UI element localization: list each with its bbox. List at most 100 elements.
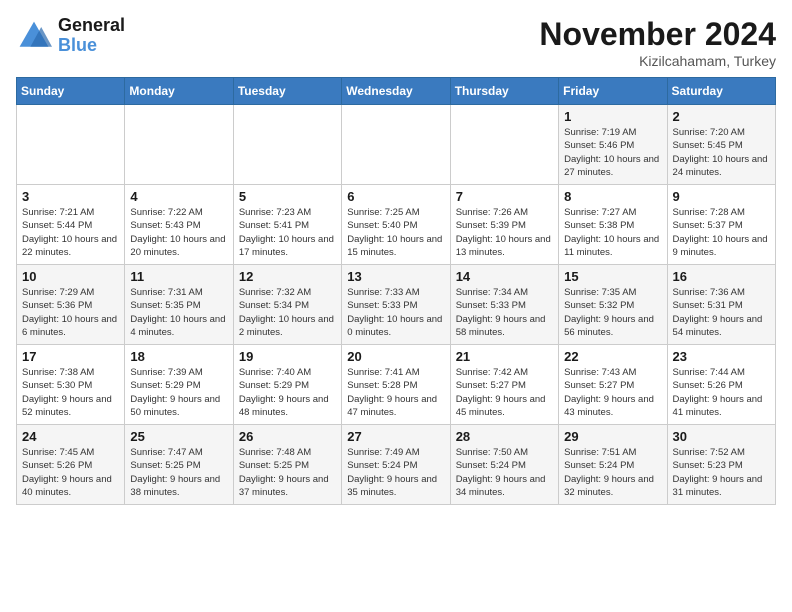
logo-icon	[16, 18, 52, 54]
day-number: 12	[239, 269, 336, 284]
col-header-friday: Friday	[559, 78, 667, 105]
day-number: 7	[456, 189, 553, 204]
day-number: 24	[22, 429, 119, 444]
day-info: Sunrise: 7:49 AM Sunset: 5:24 PM Dayligh…	[347, 446, 444, 499]
col-header-sunday: Sunday	[17, 78, 125, 105]
day-number: 30	[673, 429, 770, 444]
day-info: Sunrise: 7:31 AM Sunset: 5:35 PM Dayligh…	[130, 286, 227, 339]
calendar-cell: 8Sunrise: 7:27 AM Sunset: 5:38 PM Daylig…	[559, 185, 667, 265]
day-info: Sunrise: 7:52 AM Sunset: 5:23 PM Dayligh…	[673, 446, 770, 499]
calendar-cell: 30 Sunrise: 7:52 AM Sunset: 5:23 PM Dayli…	[667, 425, 775, 505]
day-number: 22	[564, 349, 661, 364]
day-number: 19	[239, 349, 336, 364]
day-number: 27	[347, 429, 444, 444]
calendar-cell: 27 Sunrise: 7:49 AM Sunset: 5:24 PM Dayli…	[342, 425, 450, 505]
day-info: Sunrise: 7:51 AM Sunset: 5:24 PM Dayligh…	[564, 446, 661, 499]
day-number: 18	[130, 349, 227, 364]
day-info: Sunrise: 7:21 AM Sunset: 5:44 PM Dayligh…	[22, 206, 119, 259]
calendar-cell: 5 Sunrise: 7:23 AM Sunset: 5:41 PM Daylig…	[233, 185, 341, 265]
day-number: 2	[673, 109, 770, 124]
page-header: GeneralBlue November 2024 Kizilcahamam, …	[16, 16, 776, 69]
day-number: 28	[456, 429, 553, 444]
calendar-cell: 28 Sunrise: 7:50 AM Sunset: 5:24 PM Dayli…	[450, 425, 558, 505]
day-number: 13	[347, 269, 444, 284]
calendar-cell: 25 Sunrise: 7:47 AM Sunset: 5:25 PM Dayli…	[125, 425, 233, 505]
col-header-tuesday: Tuesday	[233, 78, 341, 105]
col-header-saturday: Saturday	[667, 78, 775, 105]
col-header-wednesday: Wednesday	[342, 78, 450, 105]
calendar-cell: 26 Sunrise: 7:48 AM Sunset: 5:25 PM Dayli…	[233, 425, 341, 505]
calendar-cell: 14 Sunrise: 7:34 AM Sunset: 5:33 PM Dayli…	[450, 265, 558, 345]
col-header-monday: Monday	[125, 78, 233, 105]
calendar-cell: 9 Sunrise: 7:28 AM Sunset: 5:37 PM Daylig…	[667, 185, 775, 265]
calendar-cell: 20 Sunrise: 7:41 AM Sunset: 5:28 PM Dayli…	[342, 345, 450, 425]
calendar-cell	[125, 105, 233, 185]
calendar-table: SundayMondayTuesdayWednesdayThursdayFrid…	[16, 77, 776, 505]
day-info: Sunrise: 7:47 AM Sunset: 5:25 PM Dayligh…	[130, 446, 227, 499]
day-number: 9	[673, 189, 770, 204]
day-info: Sunrise: 7:28 AM Sunset: 5:37 PM Dayligh…	[673, 206, 770, 259]
day-number: 3	[22, 189, 119, 204]
day-number: 6	[347, 189, 444, 204]
day-info: Sunrise: 7:43 AM Sunset: 5:27 PM Dayligh…	[564, 366, 661, 419]
day-number: 8	[564, 189, 661, 204]
day-info: Sunrise: 7:39 AM Sunset: 5:29 PM Dayligh…	[130, 366, 227, 419]
day-info: Sunrise: 7:29 AM Sunset: 5:36 PM Dayligh…	[22, 286, 119, 339]
day-info: Sunrise: 7:38 AM Sunset: 5:30 PM Dayligh…	[22, 366, 119, 419]
calendar-cell: 12Sunrise: 7:32 AM Sunset: 5:34 PM Dayli…	[233, 265, 341, 345]
calendar-cell: 17 Sunrise: 7:38 AM Sunset: 5:30 PM Dayli…	[17, 345, 125, 425]
day-number: 25	[130, 429, 227, 444]
logo: GeneralBlue	[16, 16, 125, 56]
col-header-thursday: Thursday	[450, 78, 558, 105]
day-number: 16	[673, 269, 770, 284]
day-number: 1	[564, 109, 661, 124]
day-info: Sunrise: 7:25 AM Sunset: 5:40 PM Dayligh…	[347, 206, 444, 259]
calendar-cell: 21 Sunrise: 7:42 AM Sunset: 5:27 PM Dayli…	[450, 345, 558, 425]
day-info: Sunrise: 7:40 AM Sunset: 5:29 PM Dayligh…	[239, 366, 336, 419]
calendar-cell	[17, 105, 125, 185]
calendar-cell: 18 Sunrise: 7:39 AM Sunset: 5:29 PM Dayli…	[125, 345, 233, 425]
month-title: November 2024	[539, 16, 776, 53]
day-info: Sunrise: 7:45 AM Sunset: 5:26 PM Dayligh…	[22, 446, 119, 499]
day-info: Sunrise: 7:22 AM Sunset: 5:43 PM Dayligh…	[130, 206, 227, 259]
day-number: 17	[22, 349, 119, 364]
day-info: Sunrise: 7:35 AM Sunset: 5:32 PM Dayligh…	[564, 286, 661, 339]
day-number: 20	[347, 349, 444, 364]
calendar-cell: 13 Sunrise: 7:33 AM Sunset: 5:33 PM Dayli…	[342, 265, 450, 345]
calendar-cell: 11 Sunrise: 7:31 AM Sunset: 5:35 PM Dayli…	[125, 265, 233, 345]
logo-text: GeneralBlue	[58, 16, 125, 56]
day-info: Sunrise: 7:42 AM Sunset: 5:27 PM Dayligh…	[456, 366, 553, 419]
day-info: Sunrise: 7:20 AM Sunset: 5:45 PM Dayligh…	[673, 126, 770, 179]
day-number: 23	[673, 349, 770, 364]
day-number: 21	[456, 349, 553, 364]
calendar-cell: 23Sunrise: 7:44 AM Sunset: 5:26 PM Dayli…	[667, 345, 775, 425]
day-info: Sunrise: 7:48 AM Sunset: 5:25 PM Dayligh…	[239, 446, 336, 499]
calendar-cell: 24 Sunrise: 7:45 AM Sunset: 5:26 PM Dayli…	[17, 425, 125, 505]
day-info: Sunrise: 7:50 AM Sunset: 5:24 PM Dayligh…	[456, 446, 553, 499]
day-info: Sunrise: 7:23 AM Sunset: 5:41 PM Dayligh…	[239, 206, 336, 259]
day-number: 26	[239, 429, 336, 444]
day-info: Sunrise: 7:34 AM Sunset: 5:33 PM Dayligh…	[456, 286, 553, 339]
calendar-cell: 1 Sunrise: 7:19 AM Sunset: 5:46 PM Daylig…	[559, 105, 667, 185]
calendar-cell	[450, 105, 558, 185]
day-number: 15	[564, 269, 661, 284]
calendar-cell: 10Sunrise: 7:29 AM Sunset: 5:36 PM Dayli…	[17, 265, 125, 345]
calendar-cell: 22 Sunrise: 7:43 AM Sunset: 5:27 PM Dayli…	[559, 345, 667, 425]
calendar-cell: 16Sunrise: 7:36 AM Sunset: 5:31 PM Dayli…	[667, 265, 775, 345]
calendar-cell: 15 Sunrise: 7:35 AM Sunset: 5:32 PM Dayli…	[559, 265, 667, 345]
calendar-cell	[233, 105, 341, 185]
calendar-cell: 19 Sunrise: 7:40 AM Sunset: 5:29 PM Dayli…	[233, 345, 341, 425]
day-number: 5	[239, 189, 336, 204]
calendar-cell: 7 Sunrise: 7:26 AM Sunset: 5:39 PM Daylig…	[450, 185, 558, 265]
day-number: 11	[130, 269, 227, 284]
calendar-cell: 3 Sunrise: 7:21 AM Sunset: 5:44 PM Daylig…	[17, 185, 125, 265]
day-info: Sunrise: 7:26 AM Sunset: 5:39 PM Dayligh…	[456, 206, 553, 259]
day-number: 4	[130, 189, 227, 204]
calendar-cell: 2 Sunrise: 7:20 AM Sunset: 5:45 PM Daylig…	[667, 105, 775, 185]
day-number: 14	[456, 269, 553, 284]
calendar-cell: 6 Sunrise: 7:25 AM Sunset: 5:40 PM Daylig…	[342, 185, 450, 265]
day-info: Sunrise: 7:41 AM Sunset: 5:28 PM Dayligh…	[347, 366, 444, 419]
calendar-cell	[342, 105, 450, 185]
day-info: Sunrise: 7:33 AM Sunset: 5:33 PM Dayligh…	[347, 286, 444, 339]
day-info: Sunrise: 7:19 AM Sunset: 5:46 PM Dayligh…	[564, 126, 661, 179]
